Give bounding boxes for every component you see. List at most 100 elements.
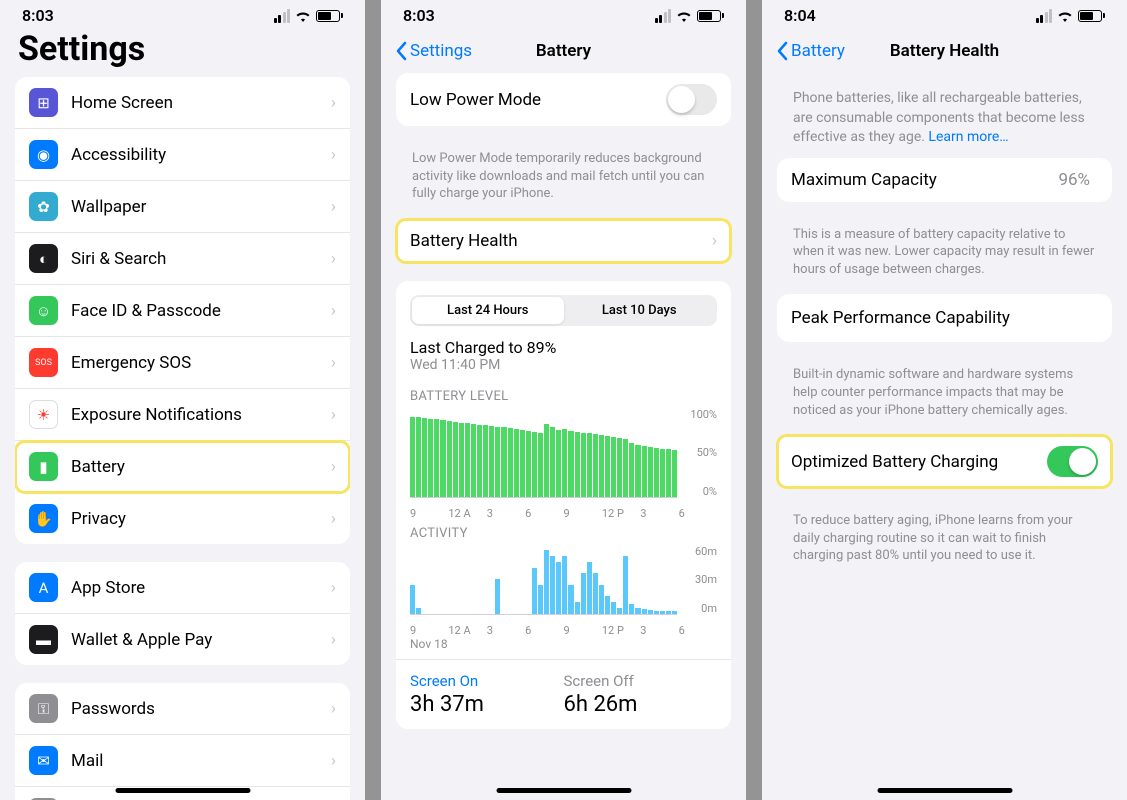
wifi-icon <box>676 10 692 22</box>
chevron-right-icon: › <box>331 353 336 373</box>
chevron-right-icon: › <box>331 249 336 269</box>
home-indicator[interactable] <box>877 788 1012 793</box>
chevron-right-icon: › <box>331 145 336 165</box>
settings-row-home-screen[interactable]: ⊞Home Screen› <box>15 77 350 129</box>
statusbar: 8:03 <box>381 0 746 29</box>
sos-icon: SOS <box>29 348 58 377</box>
appstore-icon: A <box>29 573 58 602</box>
seg-24h[interactable]: Last 24 Hours <box>412 297 564 324</box>
mail-icon: ✉ <box>29 746 58 775</box>
chevron-right-icon: › <box>331 751 336 771</box>
exposure-icon: ☀ <box>29 400 58 429</box>
chevron-right-icon: › <box>331 197 336 217</box>
statusbar: 8:03 <box>0 0 365 29</box>
chevron-right-icon: › <box>331 630 336 650</box>
navbar: Settings Battery <box>381 29 746 73</box>
chevron-right-icon: › <box>331 578 336 598</box>
time: 8:03 <box>403 6 435 25</box>
learn-more-link[interactable]: Learn more… <box>928 129 1008 145</box>
settings-row-siri-search[interactable]: ◐Siri & Search› <box>15 233 350 285</box>
passwords-icon: ⚿ <box>29 694 58 723</box>
faceid-icon: ☺ <box>29 296 58 325</box>
settings-row-passwords[interactable]: ⚿Passwords› <box>15 683 350 735</box>
activity-label: ACTIVITY <box>396 520 731 543</box>
battery-icon: ▮ <box>29 452 58 481</box>
settings-row-wallet-apple-pay[interactable]: ▬Wallet & Apple Pay› <box>15 614 350 665</box>
low-power-mode-toggle[interactable] <box>666 84 717 115</box>
max-capacity-row: Maximum Capacity 96% <box>777 158 1112 202</box>
chevron-right-icon: › <box>712 231 717 251</box>
max-capacity-value: 96% <box>1058 170 1090 190</box>
battery-status-icon <box>697 10 724 22</box>
screen-on-stat: Screen On3h 37m <box>410 672 564 717</box>
low-power-mode-row[interactable]: Low Power Mode <box>396 73 731 126</box>
low-power-mode-group: Low Power Mode <box>396 73 731 126</box>
battery-screen: 8:03 Settings Battery Low Power Mode Low… <box>381 0 746 800</box>
home-indicator[interactable] <box>496 788 631 793</box>
optimized-charging-toggle[interactable] <box>1047 446 1098 477</box>
signal-icon <box>1036 9 1053 23</box>
peak-perf-group: Peak Performance Capability <box>777 294 1112 342</box>
optimized-charging-group: Optimized Battery Charging <box>777 435 1112 488</box>
chevron-right-icon: › <box>331 457 336 477</box>
lpm-description: Low Power Mode temporarily reduces backg… <box>396 144 731 219</box>
chevron-right-icon: › <box>331 699 336 719</box>
page-title: Settings <box>0 29 365 77</box>
settings-list[interactable]: ⊞Home Screen›◉Accessibility›✿Wallpaper›◐… <box>0 77 365 800</box>
settings-row-accessibility[interactable]: ◉Accessibility› <box>15 129 350 181</box>
max-desc: This is a measure of battery capacity re… <box>777 220 1112 295</box>
intro-text: Phone batteries, like all rechargeable b… <box>777 73 1112 158</box>
last-charged: Last Charged to 89% Wed 11:40 PM <box>396 334 731 383</box>
row-label: Low Power Mode <box>410 90 666 110</box>
settings-row-wallpaper[interactable]: ✿Wallpaper› <box>15 181 350 233</box>
chevron-right-icon: › <box>331 301 336 321</box>
wifi-icon <box>1057 10 1073 22</box>
battery-status-icon <box>316 10 343 22</box>
chart-date: Nov 18 <box>396 637 731 659</box>
settings-screen: 8:03 Settings ⊞Home Screen›◉Accessibilit… <box>0 0 365 800</box>
screen-stats: Screen On3h 37m Screen Off6h 26m <box>396 659 731 729</box>
wifi-icon <box>295 10 311 22</box>
battery-health-row[interactable]: Battery Health › <box>396 219 731 263</box>
opt-desc: To reduce battery aging, iPhone learns f… <box>777 506 1112 581</box>
wallet-icon: ▬ <box>29 625 58 654</box>
usage-group: Last 24 Hours Last 10 Days Last Charged … <box>396 281 731 729</box>
settings-row-battery[interactable]: ▮Battery› <box>15 441 350 493</box>
home-indicator[interactable] <box>115 788 250 793</box>
battery-level-label: BATTERY LEVEL <box>396 383 731 406</box>
chevron-right-icon: › <box>331 405 336 425</box>
signal-icon <box>274 9 291 23</box>
statusbar: 8:04 <box>762 0 1127 29</box>
accessibility-icon: ◉ <box>29 140 58 169</box>
back-button[interactable]: Settings <box>395 41 472 61</box>
wallpaper-icon: ✿ <box>29 192 58 221</box>
settings-row-privacy[interactable]: ✋Privacy› <box>15 493 350 544</box>
battery-health-screen: 8:04 Battery Battery Health Phone batter… <box>762 0 1127 800</box>
privacy-icon: ✋ <box>29 504 58 533</box>
signal-icon <box>655 9 672 23</box>
time: 8:03 <box>22 6 54 25</box>
settings-row-app-store[interactable]: AApp Store› <box>15 562 350 614</box>
navbar: Battery Battery Health <box>762 29 1127 73</box>
peak-perf-label: Peak Performance Capability <box>777 294 1112 342</box>
row-label: Battery Health <box>410 231 712 251</box>
time: 8:04 <box>784 6 816 25</box>
back-button[interactable]: Battery <box>776 41 845 61</box>
settings-row-exposure-notifications[interactable]: ☀Exposure Notifications› <box>15 389 350 441</box>
time-range-segment[interactable]: Last 24 Hours Last 10 Days <box>410 295 717 326</box>
battery-status-icon <box>1078 10 1105 22</box>
settings-row-mail[interactable]: ✉Mail› <box>15 735 350 787</box>
seg-10d[interactable]: Last 10 Days <box>564 297 716 324</box>
optimized-charging-row[interactable]: Optimized Battery Charging <box>777 435 1112 488</box>
battery-level-chart: 100%50%0% <box>396 406 731 504</box>
settings-row-face-id-passcode[interactable]: ☺Face ID & Passcode› <box>15 285 350 337</box>
settings-row-emergency-sos[interactable]: SOSEmergency SOS› <box>15 337 350 389</box>
battery-health-group: Battery Health › <box>396 219 731 263</box>
chevron-right-icon: › <box>331 93 336 113</box>
max-capacity-group: Maximum Capacity 96% <box>777 158 1112 202</box>
screen-off-stat: Screen Off6h 26m <box>564 672 718 717</box>
activity-chart: 60m30m0m <box>396 543 731 621</box>
siri-icon: ◐ <box>29 244 58 273</box>
peak-desc: Built-in dynamic software and hardware s… <box>777 360 1112 435</box>
home-screen-icon: ⊞ <box>29 88 58 117</box>
